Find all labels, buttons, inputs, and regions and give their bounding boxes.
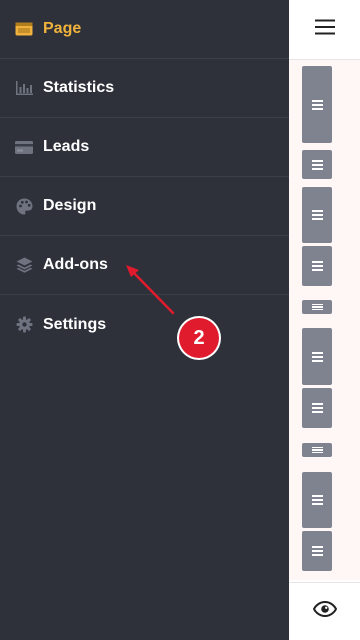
drag-handle-icon — [311, 351, 323, 362]
sidebar-item-label: Statistics — [43, 79, 115, 96]
drag-handle-icon — [311, 303, 323, 311]
drag-handle-icon — [311, 210, 323, 220]
preview-block[interactable] — [302, 472, 332, 528]
browser-window-icon — [15, 20, 33, 38]
sidebar-item-leads[interactable]: Leads — [0, 118, 289, 177]
sidebar: Page Statistics Leads Design Add-ons Set… — [0, 0, 289, 640]
drag-handle-icon — [311, 546, 323, 556]
preview-panel — [289, 0, 360, 640]
sidebar-item-label: Page — [43, 20, 82, 37]
hamburger-icon — [314, 19, 335, 40]
preview-toggle-button[interactable] — [289, 582, 360, 640]
bar-chart-icon — [15, 79, 33, 97]
eye-icon — [312, 600, 337, 622]
sidebar-item-label: Leads — [43, 138, 90, 155]
palette-icon — [15, 197, 33, 215]
preview-block[interactable] — [302, 66, 332, 143]
sidebar-item-statistics[interactable]: Statistics — [0, 59, 289, 118]
page-preview — [289, 60, 360, 580]
card-icon — [15, 138, 33, 156]
preview-block[interactable] — [302, 246, 332, 286]
drag-handle-icon — [311, 261, 323, 271]
layers-icon — [15, 256, 33, 274]
annotation-arrow — [126, 265, 175, 315]
preview-block[interactable] — [302, 443, 332, 457]
drag-handle-icon — [311, 495, 323, 505]
hamburger-menu-button[interactable] — [289, 0, 360, 60]
sidebar-item-page[interactable]: Page — [0, 0, 289, 59]
preview-block[interactable] — [302, 187, 332, 243]
preview-block[interactable] — [302, 300, 332, 314]
gear-icon — [15, 316, 33, 334]
drag-handle-icon — [311, 403, 323, 413]
preview-block[interactable] — [302, 531, 332, 571]
sidebar-item-label: Settings — [43, 315, 107, 333]
sidebar-item-label: Add-ons — [43, 256, 108, 273]
preview-block[interactable] — [302, 150, 332, 179]
step-badge: 2 — [179, 318, 219, 358]
preview-block[interactable] — [302, 388, 332, 428]
drag-handle-icon — [311, 159, 323, 170]
sidebar-item-label: Design — [43, 197, 97, 214]
drag-handle-icon — [311, 99, 323, 110]
drag-handle-icon — [311, 446, 323, 454]
sidebar-item-design[interactable]: Design — [0, 177, 289, 236]
preview-block[interactable] — [302, 328, 332, 385]
